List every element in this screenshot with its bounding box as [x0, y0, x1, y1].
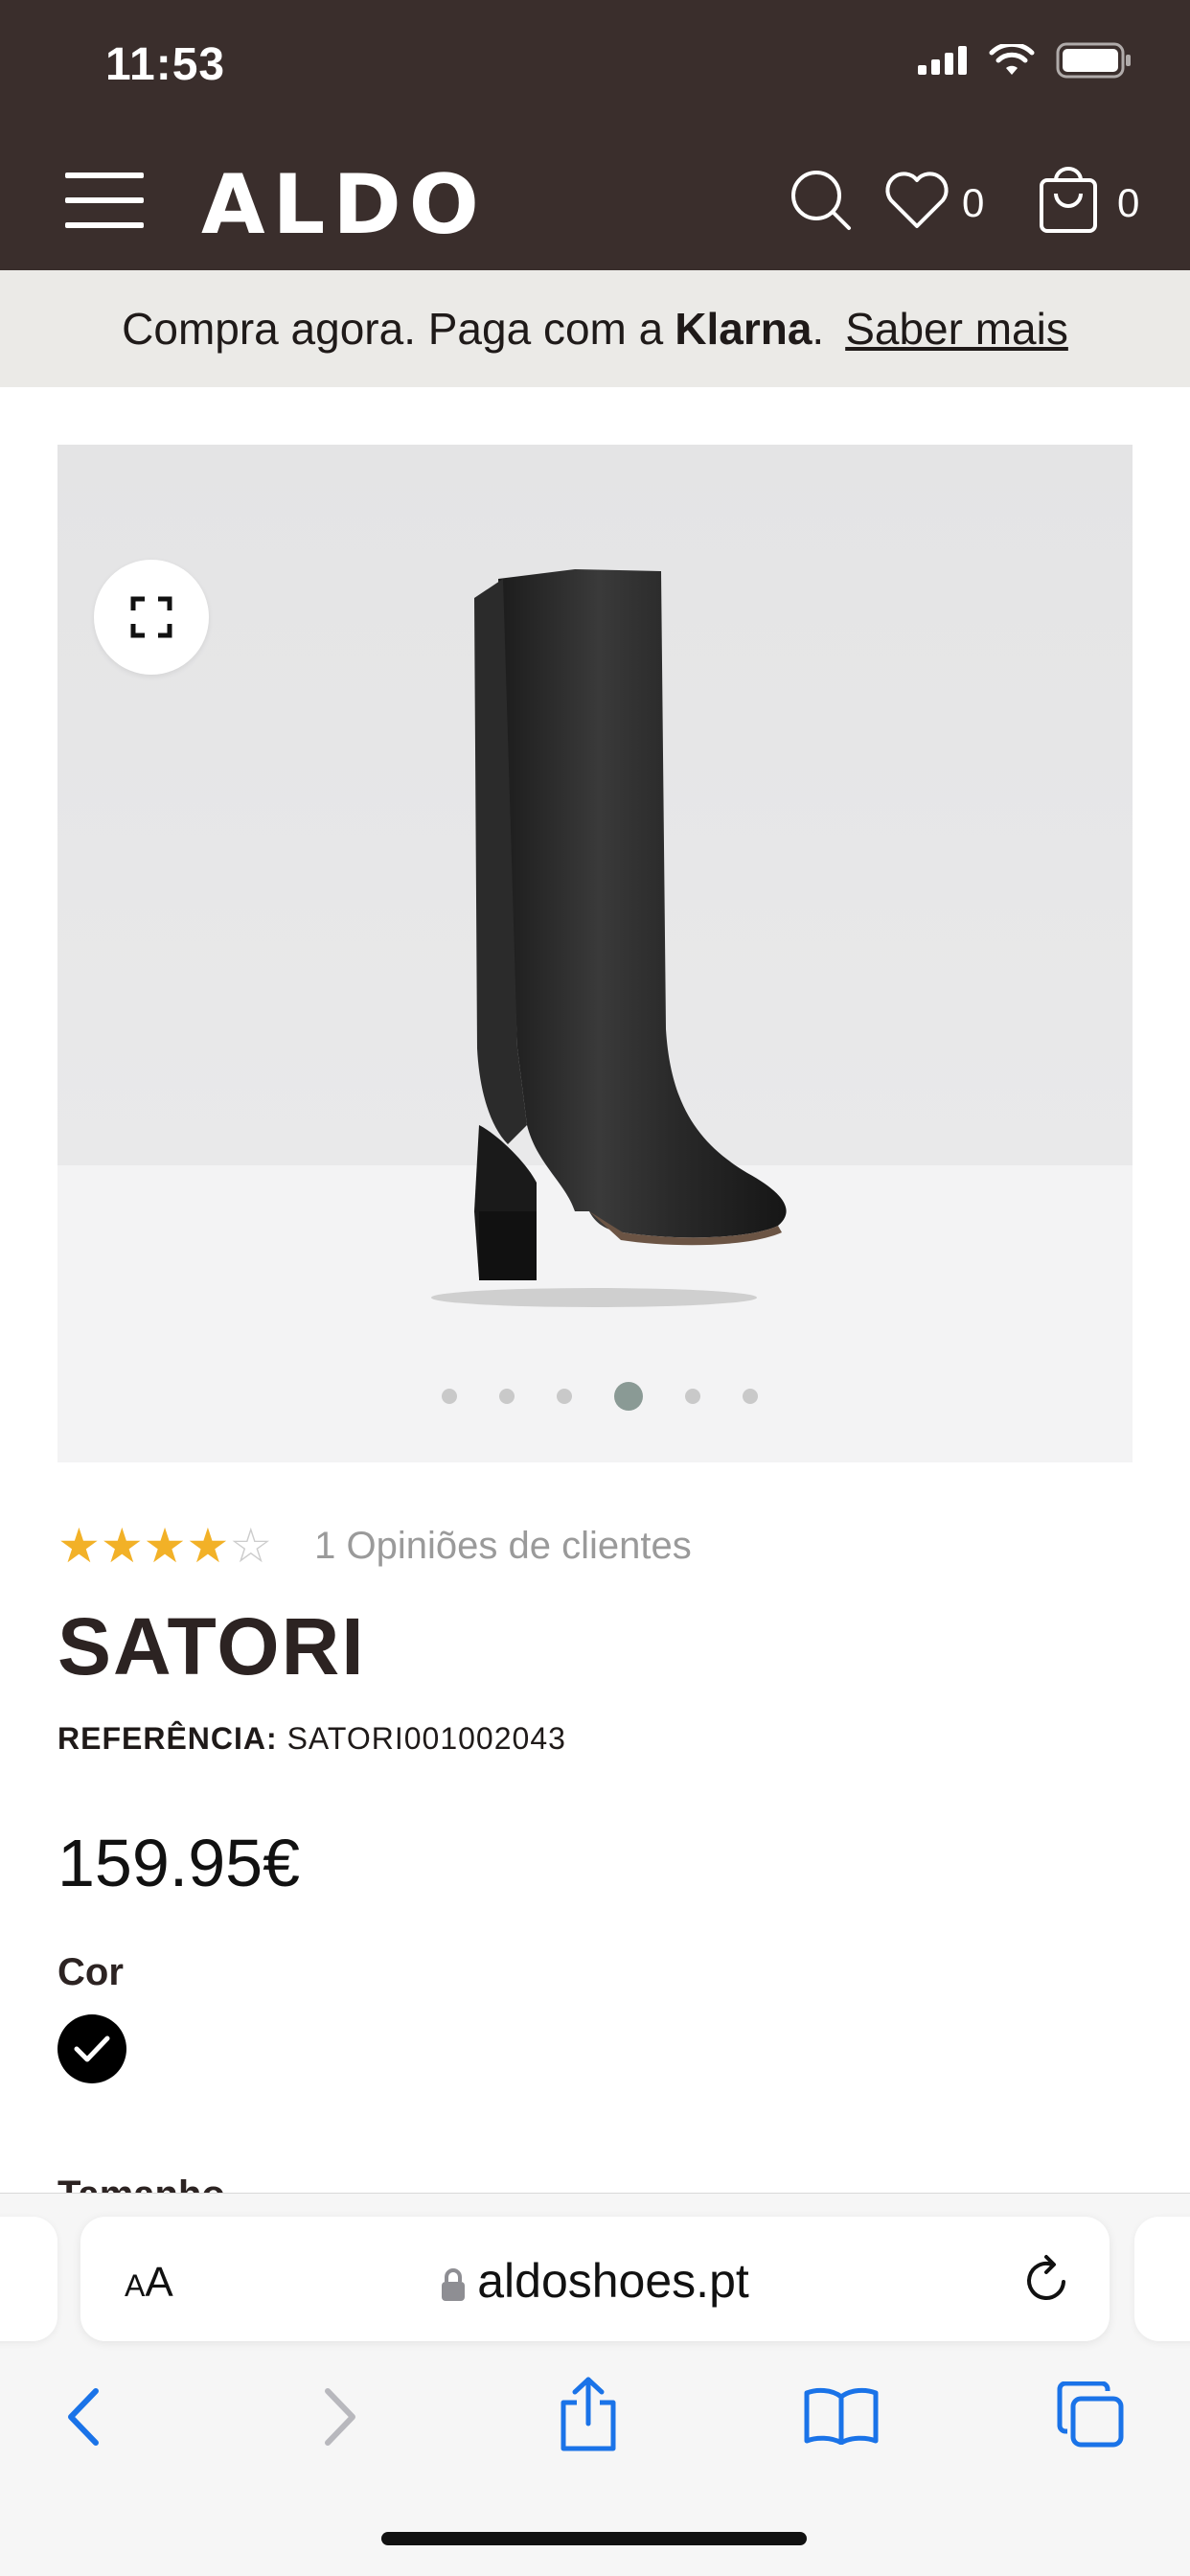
previous-tab-preview[interactable]	[0, 2217, 57, 2341]
reference-label: REFERÊNCIA:	[57, 1721, 278, 1756]
lock-icon	[442, 2267, 466, 2301]
star-icon: ★	[143, 1519, 187, 1573]
hamburger-menu-icon[interactable]	[65, 172, 144, 228]
gallery-dot[interactable]	[743, 1389, 758, 1404]
product-image-gallery[interactable]	[57, 445, 1133, 1462]
star-icon: ★	[100, 1519, 144, 1573]
klarna-brand: Klarna	[675, 304, 812, 354]
status-time: 11:53	[105, 39, 226, 90]
star-empty-icon: ☆	[229, 1519, 273, 1573]
product-price: 159.95€	[57, 1826, 301, 1900]
star-icon: ★	[57, 1519, 101, 1573]
status-icons	[918, 42, 1133, 79]
gallery-dot[interactable]	[499, 1389, 515, 1404]
product-reference: REFERÊNCIA: SATORI001002043	[57, 1721, 566, 1757]
wifi-icon	[989, 44, 1035, 75]
reload-icon[interactable]	[1023, 2253, 1071, 2305]
url-field[interactable]: aldoshoes.pt	[80, 2253, 1110, 2309]
status-bar: 11:53	[0, 0, 1190, 134]
aldo-logo[interactable]: ALDO	[201, 157, 487, 253]
site-header: ALDO 0 0	[0, 134, 1190, 270]
color-label: Cor	[57, 1951, 124, 1993]
book-icon[interactable]	[803, 2387, 880, 2445]
reference-value: SATORI001002043	[286, 1721, 566, 1756]
product-rating[interactable]: ★ ★ ★ ★ ☆ 1 Opiniões de clientes	[57, 1522, 692, 1570]
promo-period: .	[812, 304, 825, 354]
shopping-bag-icon[interactable]	[1039, 167, 1098, 234]
search-icon[interactable]	[790, 169, 853, 232]
browser-toolbar	[0, 2366, 1190, 2481]
review-count-link[interactable]: 1 Opiniões de clientes	[314, 1525, 692, 1568]
checkmark-icon	[74, 2036, 110, 2062]
gallery-dot[interactable]	[685, 1389, 700, 1404]
tabs-icon[interactable]	[1056, 2381, 1125, 2449]
next-tab-preview[interactable]	[1134, 2217, 1190, 2341]
fullscreen-button[interactable]	[94, 560, 209, 675]
product-name: SATORI	[57, 1601, 366, 1691]
chevron-left-icon[interactable]	[61, 2385, 105, 2449]
size-label: Tamanho	[57, 2174, 225, 2195]
cart-count: 0	[1117, 180, 1140, 225]
product-boot-image	[431, 569, 787, 1307]
gallery-pagination	[57, 1382, 1133, 1411]
star-icon: ★	[186, 1519, 230, 1573]
browser-chrome: AA aldoshoes.pt	[0, 2193, 1190, 2576]
fullscreen-icon	[130, 596, 172, 638]
home-indicator[interactable]	[381, 2532, 807, 2545]
share-icon[interactable]	[558, 2376, 619, 2452]
promo-text: Compra agora. Paga com a	[122, 304, 664, 354]
chevron-right-icon[interactable]	[318, 2385, 362, 2449]
url-text: aldoshoes.pt	[477, 2254, 749, 2308]
color-swatch-black[interactable]	[57, 2014, 126, 2083]
heart-icon[interactable]	[883, 171, 950, 230]
wishlist-count: 0	[962, 180, 985, 225]
gallery-dot[interactable]	[442, 1389, 457, 1404]
cellular-signal-icon	[918, 46, 967, 75]
address-bar[interactable]: AA aldoshoes.pt	[80, 2217, 1110, 2341]
gallery-dot-active[interactable]	[614, 1382, 643, 1411]
gallery-dot[interactable]	[557, 1389, 572, 1404]
learn-more-link[interactable]: Saber mais	[845, 303, 1068, 355]
battery-icon	[1056, 42, 1131, 79]
klarna-promo-banner: Compra agora. Paga com a Klarna . Saber …	[0, 270, 1190, 387]
